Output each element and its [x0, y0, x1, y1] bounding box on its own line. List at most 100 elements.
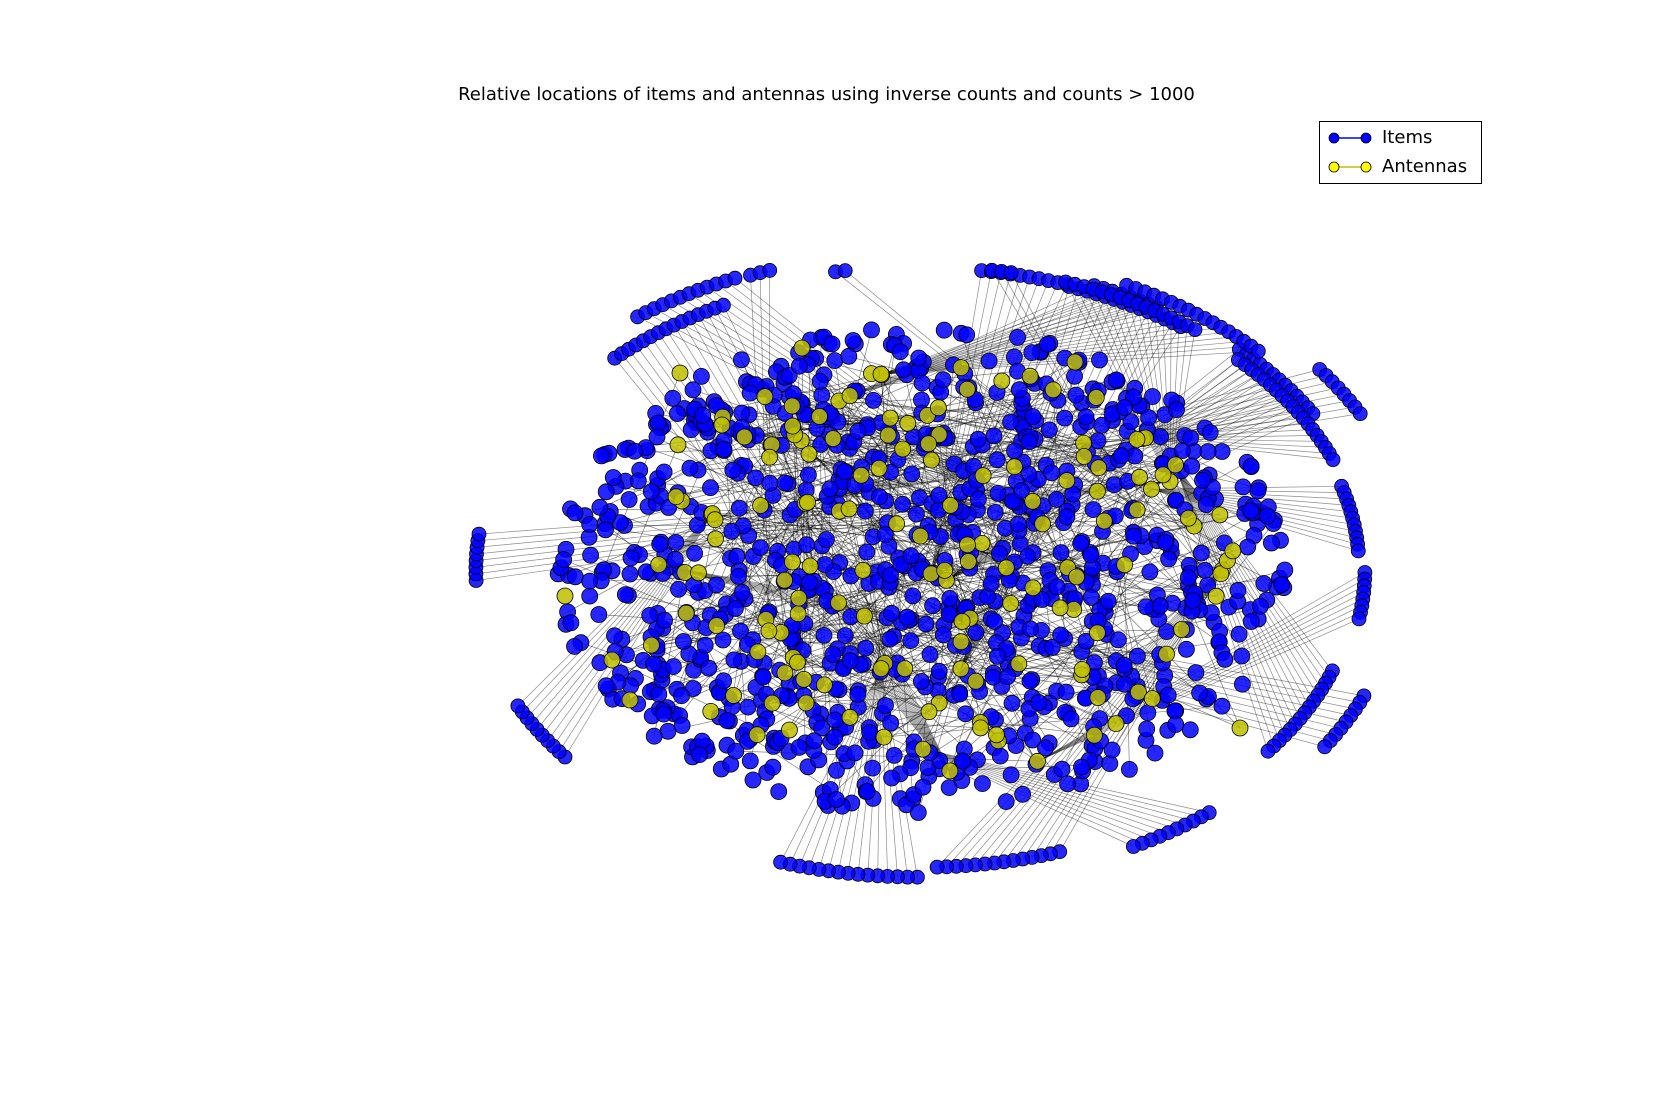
- item-node: [1040, 421, 1058, 439]
- item-node: [1030, 694, 1048, 711]
- item-node: [986, 613, 1003, 630]
- item-node: [673, 687, 690, 705]
- item-node: [655, 705, 673, 723]
- antenna-node: [713, 416, 731, 434]
- item-node: [566, 504, 584, 522]
- item-node: [861, 724, 879, 741]
- antenna-node: [1231, 719, 1249, 737]
- antenna-node: [671, 364, 689, 382]
- item-node: [881, 630, 899, 648]
- item-node: [626, 442, 643, 460]
- antenna-node: [972, 719, 989, 737]
- antenna-node: [1128, 501, 1146, 519]
- antenna-node: [953, 613, 971, 630]
- item-node: [1043, 464, 1060, 482]
- item-node: [597, 677, 615, 695]
- antenna-node: [667, 488, 685, 506]
- item-node: [1113, 447, 1130, 465]
- item-node: [991, 747, 1009, 765]
- item-node: [733, 404, 751, 422]
- antenna-node: [1143, 690, 1161, 707]
- item-node: [741, 752, 759, 770]
- item-node: [1121, 761, 1138, 778]
- item-node: [849, 686, 867, 703]
- item-node: [1230, 625, 1248, 643]
- item-node: [733, 584, 751, 601]
- item-node: [800, 466, 817, 484]
- item-node: [645, 655, 662, 673]
- item-node: [597, 483, 615, 501]
- item-node: [902, 632, 920, 649]
- item-node: [1003, 694, 1021, 712]
- item-node: [846, 744, 864, 762]
- antenna-node: [702, 703, 720, 720]
- antenna-node: [784, 553, 801, 571]
- item-node: [991, 545, 1008, 562]
- item-node: [1193, 544, 1210, 562]
- item-node: [816, 556, 834, 573]
- item-node: [999, 668, 1016, 685]
- antenna-node: [1010, 655, 1028, 673]
- item-node: [974, 775, 991, 792]
- item-node: [894, 495, 911, 513]
- item-node: [656, 611, 673, 629]
- item-node: [593, 447, 610, 465]
- item-node: [917, 615, 935, 633]
- item-node: [929, 859, 945, 875]
- item-node: [1187, 322, 1203, 338]
- antenna-node: [797, 694, 815, 712]
- antenna-node: [556, 587, 574, 605]
- item-node: [1151, 597, 1169, 615]
- item-node: [604, 469, 622, 486]
- item-node: [910, 349, 928, 367]
- item-node: [622, 549, 640, 567]
- antenna-node: [736, 428, 753, 446]
- antenna-node: [1075, 448, 1093, 465]
- antenna-node: [603, 651, 621, 669]
- antenna-node: [974, 467, 992, 485]
- item-node: [1242, 613, 1260, 630]
- item-node: [730, 499, 748, 517]
- item-node: [1325, 452, 1341, 468]
- antenna-node: [952, 359, 970, 377]
- item-node: [801, 574, 818, 591]
- item-node: [935, 321, 953, 339]
- item-node: [1003, 265, 1019, 281]
- antenna-node: [1086, 726, 1103, 744]
- antenna-node: [1024, 579, 1042, 597]
- item-node: [665, 658, 682, 675]
- item-node: [1252, 597, 1269, 615]
- item-node: [641, 607, 659, 624]
- antenna-node: [872, 365, 890, 383]
- antenna-node: [749, 643, 767, 661]
- item-node: [914, 778, 932, 796]
- antenna-node: [920, 435, 937, 453]
- item-node: [666, 550, 684, 568]
- item-node: [1182, 429, 1199, 447]
- antenna-node: [1173, 621, 1190, 638]
- antenna-node: [801, 557, 819, 575]
- item-node: [1062, 710, 1080, 728]
- antenna-node: [881, 409, 899, 427]
- antenna-node: [1029, 752, 1046, 770]
- item-node: [980, 352, 998, 370]
- antenna-node: [923, 451, 940, 469]
- antenna-node: [816, 676, 833, 694]
- legend-label-antennas: Antennas: [1382, 156, 1468, 177]
- item-node: [714, 631, 732, 649]
- antenna-node: [1180, 509, 1197, 527]
- item-node: [715, 672, 732, 690]
- item-node: [1067, 386, 1085, 404]
- antenna-node: [707, 530, 724, 548]
- item-node: [716, 297, 731, 313]
- item-node: [1229, 582, 1247, 599]
- antenna-node: [1211, 506, 1229, 524]
- item-node: [664, 389, 682, 407]
- antenna-node: [706, 511, 724, 529]
- item-node: [1263, 534, 1280, 552]
- antenna-node: [793, 339, 811, 357]
- item-node: [1250, 343, 1266, 359]
- item-node: [1009, 515, 1027, 533]
- item-node: [895, 361, 912, 379]
- antenna-node: [1224, 542, 1242, 560]
